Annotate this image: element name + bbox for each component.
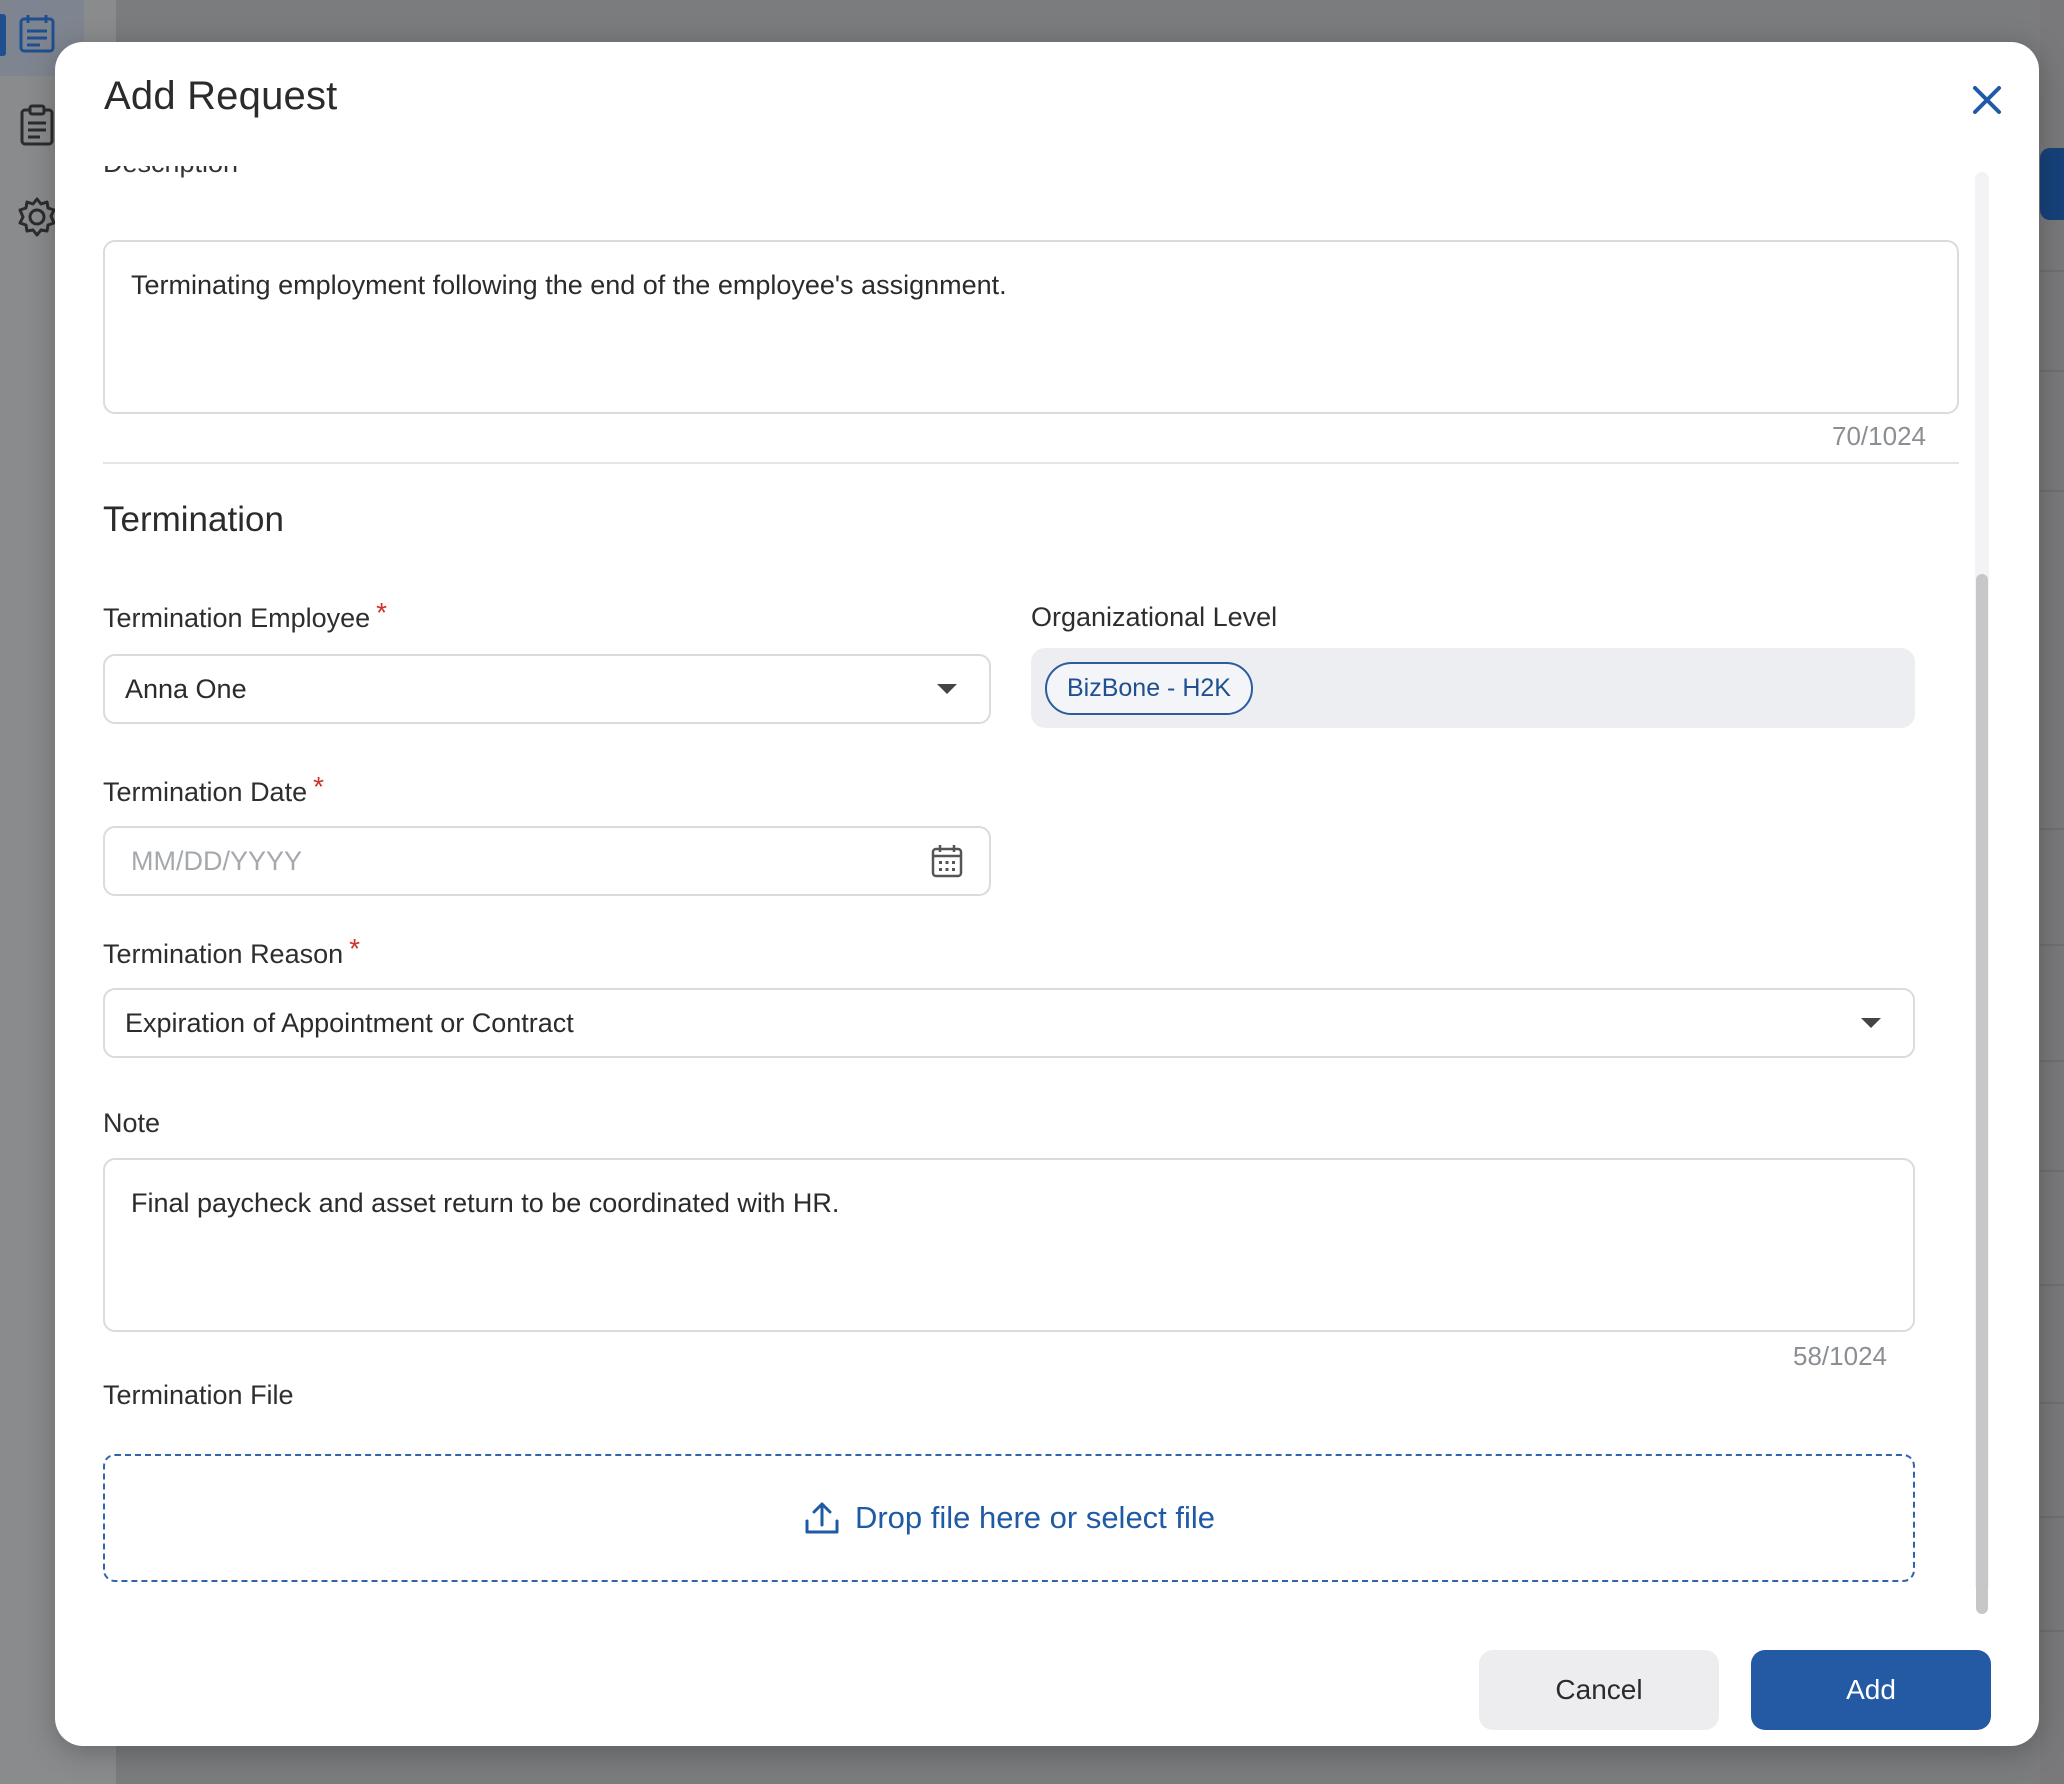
background-row-divider [2040, 1060, 2064, 1062]
background-row-divider [2040, 1402, 2064, 1404]
section-divider [103, 462, 1959, 464]
note-char-counter: 58/1024 [1793, 1341, 1887, 1371]
file-dropzone[interactable]: Drop file here or select file [103, 1454, 1915, 1582]
cancel-button[interactable]: Cancel [1479, 1650, 1719, 1730]
termination-employee-value: Anna One [125, 673, 247, 704]
sidebar-active-indicator [0, 14, 6, 56]
organizational-level-field: BizBone - H2K [1031, 648, 1915, 728]
termination-employee-label: Termination Employee * [103, 597, 387, 634]
description-label-clip: Description [103, 166, 238, 188]
termination-employee-label-text: Termination Employee [103, 603, 371, 633]
required-mark: * [376, 597, 388, 628]
termination-reason-select[interactable]: Expiration of Appointment or Contract [103, 988, 1915, 1058]
section-title: Termination [103, 500, 284, 539]
organizational-level-label: Organizational Level [1031, 602, 1278, 632]
dialog-title: Add Request [104, 74, 338, 118]
add-button[interactable]: Add [1751, 1650, 1991, 1730]
calendar-list-icon [19, 15, 55, 53]
chevron-down-icon [937, 684, 957, 694]
background-row-divider [2040, 1516, 2064, 1518]
background-row-divider [2040, 828, 2064, 830]
background-row-divider [2040, 1284, 2064, 1286]
termination-employee-select[interactable]: Anna One [103, 654, 991, 724]
description-label: Description [103, 166, 238, 179]
clipboard-icon [20, 104, 54, 146]
description-char-counter: 70/1024 [1832, 421, 1926, 451]
upload-icon [805, 1502, 839, 1534]
organizational-level-chip: BizBone - H2K [1045, 661, 1253, 715]
calendar-icon[interactable] [931, 844, 963, 878]
dialog-scroll-area: Description Terminating employment follo… [55, 166, 2039, 1646]
background-row-divider [2040, 490, 2064, 492]
termination-date-label: Termination Date * [103, 771, 324, 808]
note-text: Final paycheck and asset return to be co… [131, 1188, 840, 1218]
background-action-button [2040, 148, 2064, 220]
required-mark: * [313, 771, 325, 802]
description-textarea[interactable]: Terminating employment following the end… [103, 240, 1959, 414]
termination-reason-value: Expiration of Appointment or Contract [125, 1007, 574, 1038]
background-row-divider [2040, 370, 2064, 372]
termination-date-label-text: Termination Date [103, 777, 308, 807]
add-request-dialog: Add Request Description Terminating empl… [55, 42, 2039, 1746]
background-row-divider [2040, 944, 2064, 946]
gear-icon [18, 197, 56, 237]
note-textarea[interactable]: Final paycheck and asset return to be co… [103, 1158, 1915, 1332]
note-label: Note [103, 1108, 161, 1138]
chevron-down-icon [1861, 1018, 1881, 1028]
termination-reason-label: Termination Reason * [103, 933, 360, 970]
dropzone-text: Drop file here or select file [854, 1500, 1216, 1535]
termination-date-input[interactable]: MM/DD/YYYY [103, 826, 991, 896]
close-icon [1973, 86, 2001, 114]
termination-reason-label-text: Termination Reason [103, 939, 344, 969]
background-row-divider [2040, 1630, 2064, 1632]
background-row-divider [2040, 1170, 2064, 1172]
required-mark: * [349, 933, 361, 964]
background-row-divider [2040, 270, 2064, 272]
description-text: Terminating employment following the end… [131, 270, 1007, 300]
close-button[interactable] [1963, 76, 2011, 124]
termination-file-label: Termination File [103, 1380, 294, 1410]
termination-date-placeholder: MM/DD/YYYY [131, 845, 303, 876]
